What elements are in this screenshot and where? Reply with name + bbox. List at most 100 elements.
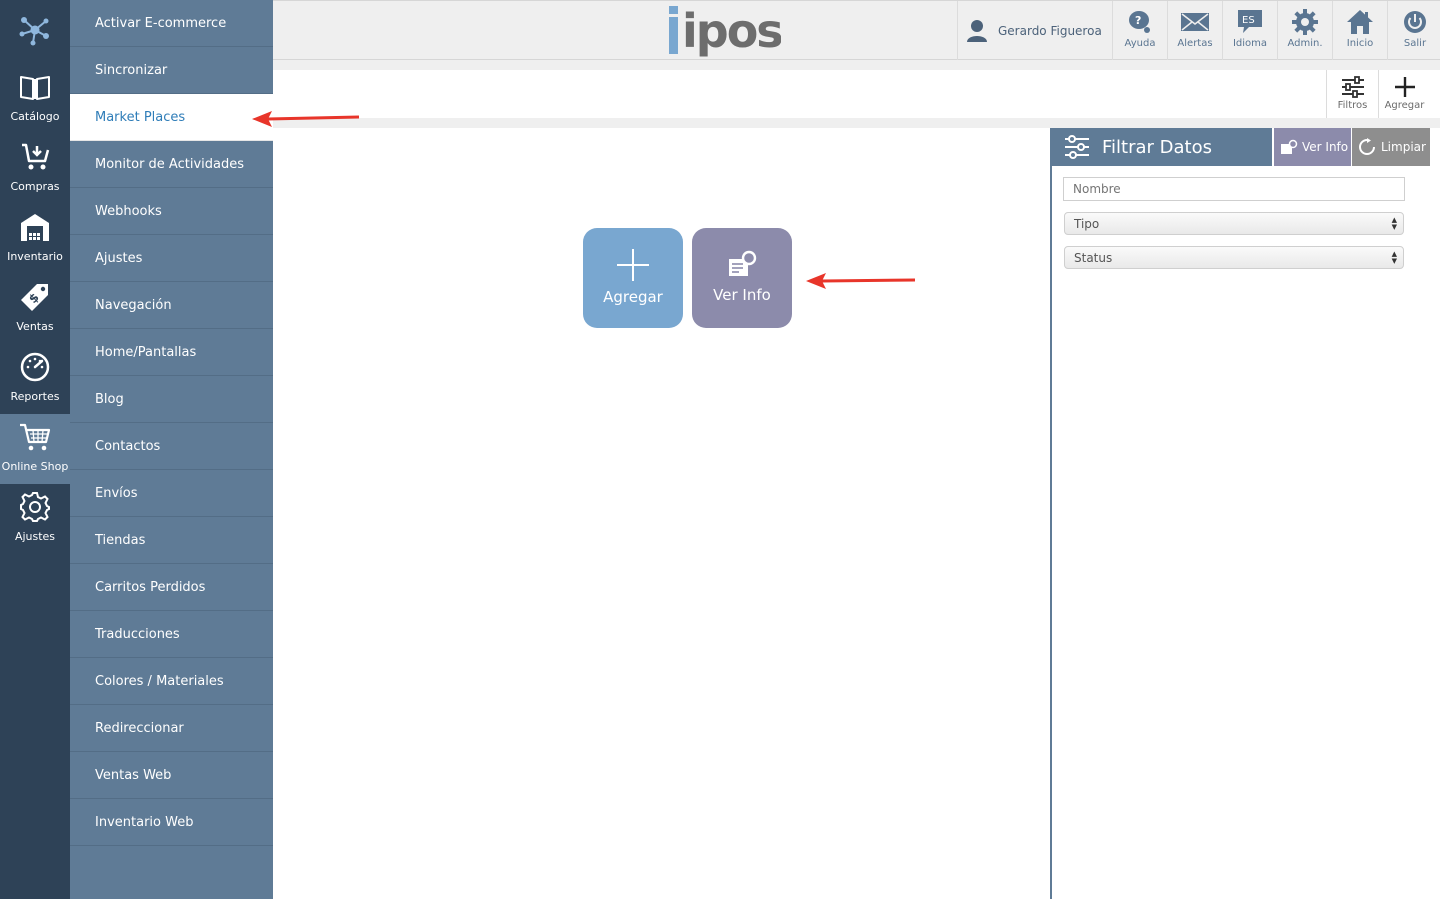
sliders-icon bbox=[1341, 76, 1364, 98]
logout-label: Salir bbox=[1403, 38, 1427, 49]
language-button[interactable]: ES Idioma bbox=[1222, 1, 1277, 60]
add-marketplace-label: Agregar bbox=[603, 288, 663, 306]
submenu-item-label: Blog bbox=[95, 391, 124, 407]
nav-inventario[interactable]: Inventario bbox=[0, 204, 70, 274]
filters-label: Filtros bbox=[1337, 100, 1368, 111]
plus-icon bbox=[1394, 77, 1415, 97]
submenu-item-inventario-web[interactable]: Inventario Web bbox=[70, 799, 273, 846]
submenu-item-navegacion[interactable]: Navegación bbox=[70, 282, 273, 329]
submenu-item-envios[interactable]: Envíos bbox=[70, 470, 273, 517]
online-shop-submenu: Activar E-commerce Sincronizar Market Pl… bbox=[70, 0, 273, 899]
page-toolbar: Filtros Agregar bbox=[273, 70, 1440, 118]
cart-download-icon bbox=[18, 140, 52, 174]
price-tag-icon: $ bbox=[18, 280, 52, 314]
app-logo[interactable] bbox=[0, 0, 70, 60]
add-toolbar-label: Agregar bbox=[1384, 100, 1425, 111]
submenu-item-label: Navegación bbox=[95, 297, 172, 313]
language-label: Idioma bbox=[1232, 38, 1268, 49]
plus-icon bbox=[617, 249, 649, 281]
user-name: Gerardo Figueroa bbox=[998, 23, 1102, 38]
nav-compras-label: Compras bbox=[10, 180, 60, 193]
submenu-item-ajustes[interactable]: Ajustes bbox=[70, 235, 273, 282]
admin-gear-icon bbox=[1292, 9, 1318, 35]
submenu-item-label: Envíos bbox=[95, 485, 138, 501]
shopping-cart-icon bbox=[18, 420, 52, 454]
filter-view-info-label: Ver Info bbox=[1302, 140, 1349, 154]
submenu-item-blog[interactable]: Blog bbox=[70, 376, 273, 423]
home-label: Inicio bbox=[1346, 38, 1374, 49]
submenu-item-sincronizar[interactable]: Sincronizar bbox=[70, 47, 273, 94]
submenu-item-home-pantallas[interactable]: Home/Pantallas bbox=[70, 329, 273, 376]
submenu-item-contactos[interactable]: Contactos bbox=[70, 423, 273, 470]
nav-reportes[interactable]: Reportes bbox=[0, 344, 70, 414]
nav-catalogo[interactable]: Catálogo bbox=[0, 64, 70, 134]
submenu-item-label: Carritos Perdidos bbox=[95, 579, 206, 595]
annotation-arrow-view-info bbox=[806, 273, 916, 289]
clear-filters-button[interactable]: Limpiar bbox=[1352, 128, 1430, 166]
submenu-item-label: Tiendas bbox=[95, 532, 146, 548]
select-caret-icon: ▲ ▼ bbox=[1391, 250, 1397, 265]
brand-text: ipos bbox=[682, 4, 781, 57]
logout-button[interactable]: Salir bbox=[1387, 1, 1440, 60]
warehouse-icon bbox=[18, 210, 52, 244]
help-chat-icon: ? bbox=[1129, 11, 1150, 33]
submenu-item-activar-ecommerce[interactable]: Activar E-commerce bbox=[70, 0, 273, 47]
filters-button[interactable]: Filtros bbox=[1326, 70, 1378, 118]
submenu-item-redireccionar[interactable]: Redireccionar bbox=[70, 705, 273, 752]
toolbar-spacer bbox=[273, 118, 1440, 128]
nav-compras[interactable]: Compras bbox=[0, 134, 70, 204]
status-filter-select[interactable]: Status ▲ ▼ bbox=[1064, 246, 1404, 269]
view-info-label: Ver Info bbox=[713, 286, 771, 304]
submenu-item-label: Ajustes bbox=[95, 250, 143, 266]
submenu-item-monitor-actividades[interactable]: Monitor de Actividades bbox=[70, 141, 273, 188]
language-code: ES bbox=[1242, 15, 1255, 26]
nav-ajustes[interactable]: Ajustes bbox=[0, 484, 70, 554]
network-logo-icon bbox=[19, 17, 49, 46]
filter-panel-header: Filtrar Datos bbox=[1052, 128, 1272, 166]
submenu-item-label: Activar E-commerce bbox=[95, 15, 227, 31]
power-icon bbox=[1404, 11, 1426, 33]
home-icon bbox=[1347, 10, 1373, 34]
type-filter-select[interactable]: Tipo ▲ ▼ bbox=[1064, 212, 1404, 235]
submenu-item-tiendas[interactable]: Tiendas bbox=[70, 517, 273, 564]
home-button[interactable]: Inicio bbox=[1332, 1, 1387, 60]
nav-ajustes-label: Ajustes bbox=[14, 530, 56, 543]
submenu-item-label: Redireccionar bbox=[95, 720, 184, 736]
submenu-item-carritos-perdidos[interactable]: Carritos Perdidos bbox=[70, 564, 273, 611]
submenu-item-ventas-web[interactable]: Ventas Web bbox=[70, 752, 273, 799]
submenu-item-market-places[interactable]: Market Places bbox=[70, 94, 273, 141]
info-search-icon bbox=[729, 250, 757, 276]
view-info-button[interactable]: Ver Info bbox=[692, 228, 792, 328]
submenu-item-traducciones[interactable]: Traducciones bbox=[70, 611, 273, 658]
nav-reportes-label: Reportes bbox=[10, 390, 60, 403]
header-spacer bbox=[273, 60, 1440, 70]
admin-label: Admin. bbox=[1287, 38, 1323, 49]
filter-panel-title: Filtrar Datos bbox=[1102, 136, 1212, 158]
submenu-item-label: Webhooks bbox=[95, 203, 162, 219]
alerts-button[interactable]: Alertas bbox=[1167, 1, 1222, 60]
nav-catalogo-label: Catálogo bbox=[10, 110, 60, 123]
app-root: Catálogo Compras Inventario $ Ventas Rep… bbox=[0, 0, 1440, 899]
submenu-item-webhooks[interactable]: Webhooks bbox=[70, 188, 273, 235]
submenu-item-label: Monitor de Actividades bbox=[95, 156, 244, 172]
user-icon bbox=[967, 19, 987, 42]
nav-ventas[interactable]: $ Ventas bbox=[0, 274, 70, 344]
filter-view-info-button[interactable]: Ver Info bbox=[1274, 128, 1351, 166]
alerts-label: Alertas bbox=[1177, 38, 1213, 49]
clear-filters-label: Limpiar bbox=[1381, 140, 1426, 154]
add-marketplace-button[interactable]: Agregar bbox=[583, 228, 683, 328]
book-icon bbox=[18, 70, 52, 104]
name-filter-input[interactable] bbox=[1063, 177, 1405, 201]
user-menu[interactable]: Gerardo Figueroa bbox=[957, 1, 1113, 60]
top-bar: ipos Gerardo Figueroa ? Ayuda Alertas ES… bbox=[273, 0, 1440, 60]
admin-button[interactable]: Admin. bbox=[1277, 1, 1332, 60]
ipos-brand-logo[interactable]: ipos bbox=[667, 3, 781, 57]
help-button[interactable]: ? Ayuda bbox=[1112, 1, 1167, 60]
submenu-item-colores-materiales[interactable]: Colores / Materiales bbox=[70, 658, 273, 705]
submenu-item-label: Home/Pantallas bbox=[95, 344, 197, 360]
main-nav-rail: Catálogo Compras Inventario $ Ventas Rep… bbox=[0, 0, 70, 899]
select-caret-icon: ▲ ▼ bbox=[1391, 216, 1397, 231]
add-toolbar-button[interactable]: Agregar bbox=[1378, 70, 1430, 118]
filter-panel: Filtrar Datos Ver Info Limpiar Tipo ▲▼ S… bbox=[1050, 128, 1430, 899]
nav-online-shop[interactable]: Online Shop bbox=[0, 414, 70, 484]
